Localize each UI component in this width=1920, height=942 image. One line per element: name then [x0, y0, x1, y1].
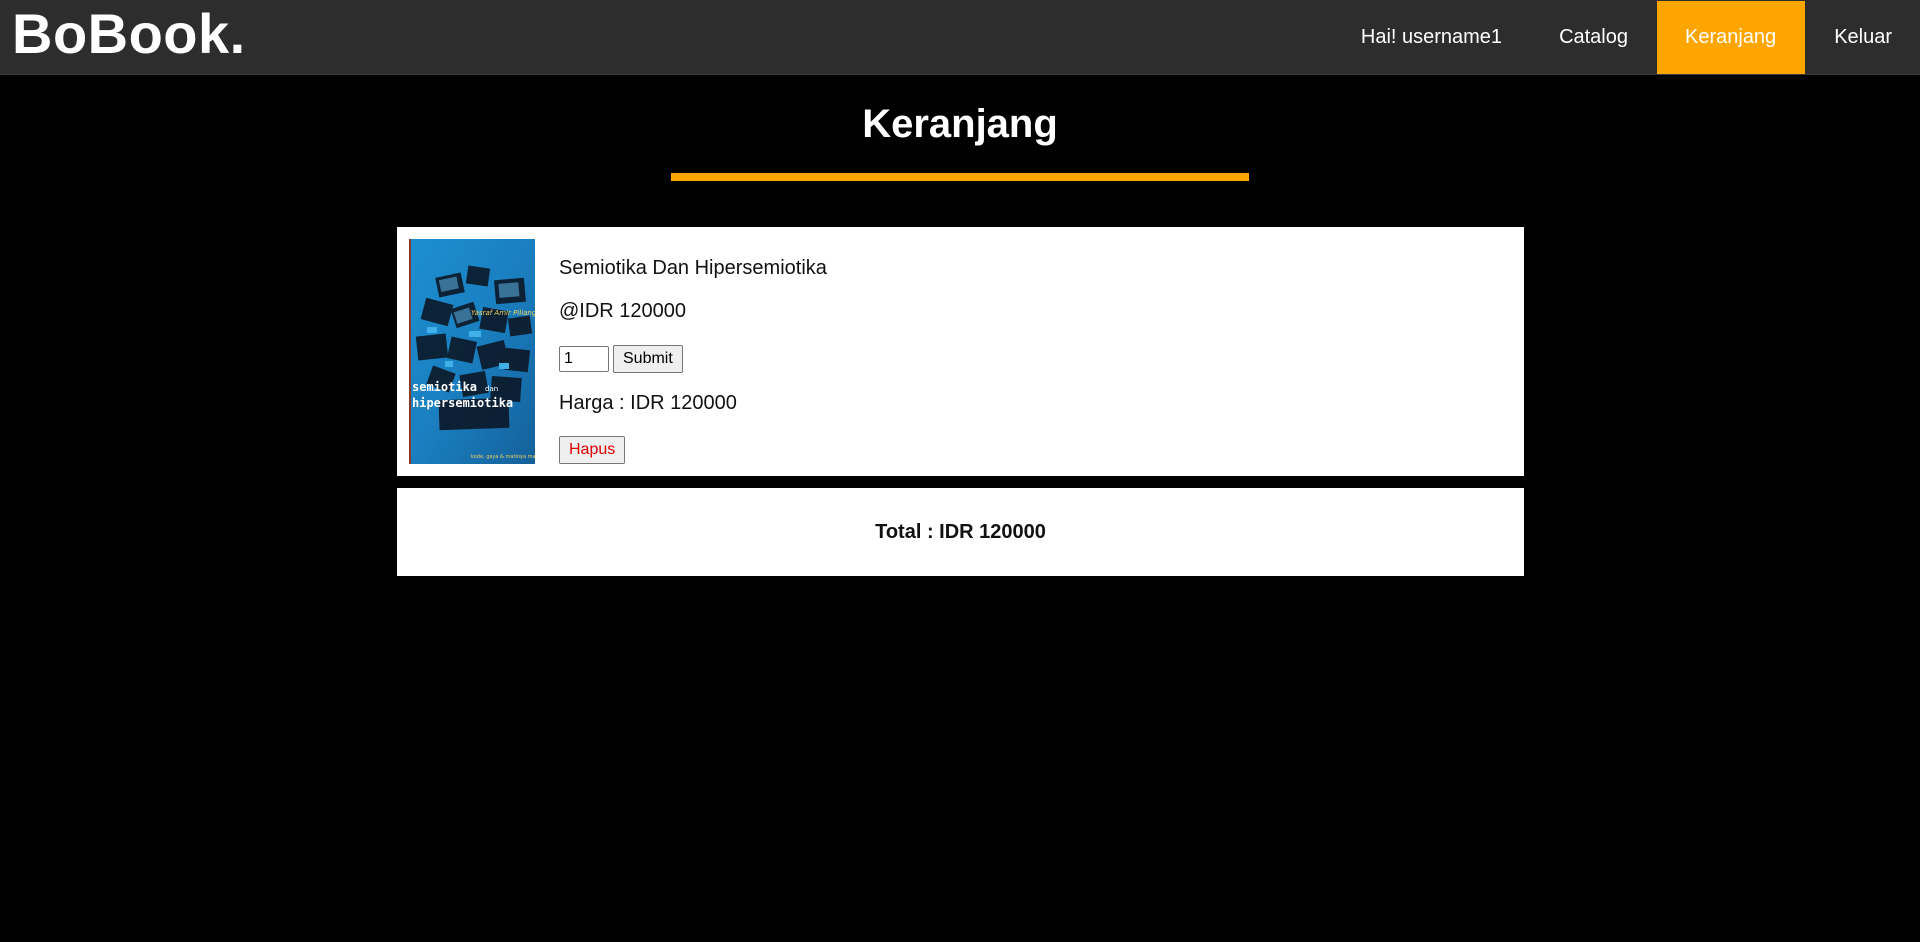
- remove-button[interactable]: Hapus: [559, 436, 626, 464]
- nav-link-keranjang[interactable]: Keranjang: [1657, 1, 1806, 74]
- svg-text:semiotika: semiotika: [412, 380, 477, 394]
- brand-logo[interactable]: BoBook.: [12, 0, 246, 68]
- cart-item-subtotal: Harga : IDR 120000: [559, 392, 737, 414]
- cart-item: Yasraf Amir Piliang semiotika dan hipers…: [397, 227, 1524, 476]
- cart-total-label: Total : IDR 120000: [875, 521, 1046, 543]
- quantity-input[interactable]: [559, 346, 609, 372]
- page-title: Keranjang: [862, 102, 1058, 146]
- cart-total: Total : IDR 120000: [397, 488, 1524, 576]
- nav-link-greeting[interactable]: Hai! username1: [1333, 1, 1531, 74]
- quantity-form: Submit: [559, 345, 683, 373]
- svg-text:kode, gaya & matinya makna: kode, gaya & matinya makna: [471, 454, 535, 460]
- book-cover-image: Yasraf Amir Piliang semiotika dan hipers…: [409, 239, 545, 464]
- nav-link-catalog[interactable]: Catalog: [1531, 1, 1657, 74]
- title-underline: [671, 173, 1249, 181]
- nav-links: Hai! username1 Catalog Keranjang Keluar: [1333, 1, 1920, 74]
- nav-link-keluar[interactable]: Keluar: [1805, 1, 1920, 74]
- cart-item-title: Semiotika Dan Hipersemiotika: [559, 257, 827, 279]
- svg-text:Yasraf Amir Piliang: Yasraf Amir Piliang: [471, 309, 535, 317]
- cart-item-unit-price: @IDR 120000: [559, 300, 687, 322]
- submit-button[interactable]: Submit: [613, 345, 683, 373]
- svg-text:dan: dan: [485, 385, 498, 393]
- svg-text:hipersemiotika: hipersemiotika: [412, 396, 513, 410]
- navbar: BoBook. Hai! username1 Catalog Keranjang…: [0, 0, 1920, 75]
